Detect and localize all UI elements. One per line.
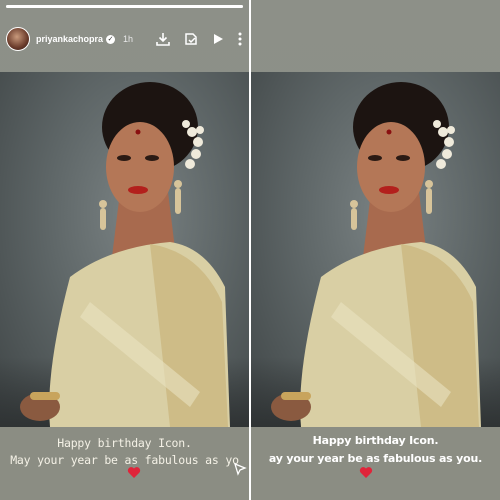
portrait-photo	[20, 82, 230, 427]
username[interactable]: priyankachopra	[36, 34, 103, 44]
story-actions	[155, 31, 243, 47]
portrait-photo	[271, 82, 481, 427]
story-panel-left: priyankachopra ✓ 1h Happy birthday Icon.…	[0, 0, 249, 500]
heart-emoji-icon	[359, 466, 373, 479]
story-progress-bar	[6, 5, 243, 8]
story-header: priyankachopra ✓ 1h	[6, 24, 243, 54]
caption-line-2: ay your year be as fabulous as you.	[268, 452, 483, 465]
timestamp: 1h	[123, 34, 134, 44]
story-panel-right: Happy birthday Icon. ay your year be as …	[251, 0, 500, 500]
verified-badge-icon: ✓	[106, 34, 116, 44]
progress-segment	[6, 5, 243, 8]
more-icon[interactable]	[237, 32, 243, 46]
download-icon[interactable]	[155, 31, 171, 47]
play-icon[interactable]	[211, 32, 225, 46]
caption-line-2: May your year be as fabulous as yo	[10, 453, 239, 467]
avatar[interactable]	[6, 27, 30, 51]
caption-line-1: Happy birthday Icon.	[57, 436, 192, 450]
stamp-icon[interactable]	[183, 31, 199, 47]
heart-emoji-icon	[127, 466, 141, 479]
share-icon[interactable]	[233, 462, 247, 476]
caption-line-1: Happy birthday Icon.	[312, 434, 439, 447]
